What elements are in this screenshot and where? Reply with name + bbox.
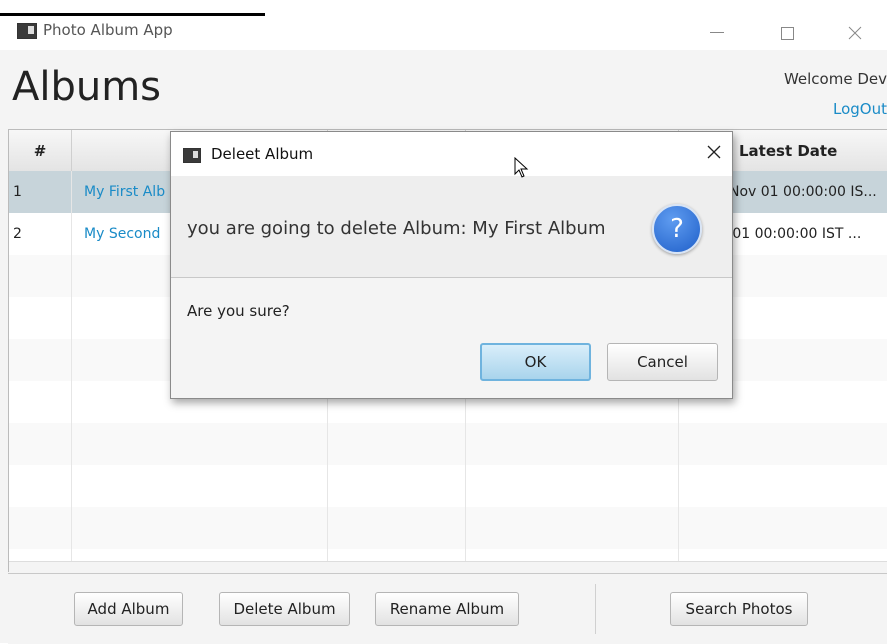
cropped-top-edge xyxy=(0,0,300,16)
delete-album-dialog: Deleet Album you are going to delete Alb… xyxy=(170,131,733,399)
close-icon xyxy=(848,26,862,40)
bottom-toolbar: Add Album Delete Album Rename Album Sear… xyxy=(8,573,887,644)
cancel-button[interactable]: Cancel xyxy=(607,343,718,381)
toolbar-separator xyxy=(595,584,596,634)
dialog-header: you are going to delete Album: My First … xyxy=(171,176,732,278)
maximize-icon xyxy=(780,26,794,40)
window-titlebar: Photo Album App xyxy=(0,16,887,50)
dialog-content-text: Are you sure? xyxy=(187,302,290,320)
page-title: Albums xyxy=(12,64,162,110)
dialog-title: Deleet Album xyxy=(211,145,314,163)
dialog-close-button[interactable] xyxy=(706,141,722,166)
logout-link[interactable]: LogOut xyxy=(833,100,887,118)
dialog-header-text: you are going to delete Album: My First … xyxy=(187,218,606,239)
search-photos-button[interactable]: Search Photos xyxy=(670,592,808,626)
minimize-button[interactable] xyxy=(694,16,740,50)
maximize-button[interactable] xyxy=(764,16,810,50)
app-icon xyxy=(17,23,37,39)
delete-album-button[interactable]: Delete Album xyxy=(219,592,350,626)
empty-row xyxy=(9,423,887,465)
ok-button[interactable]: OK xyxy=(480,343,591,381)
close-button[interactable] xyxy=(832,16,878,50)
dialog-titlebar: Deleet Album xyxy=(171,132,732,176)
close-icon xyxy=(707,145,721,159)
column-divider xyxy=(71,171,72,571)
row-number: 1 xyxy=(13,184,22,200)
horizontal-scrollbar[interactable] xyxy=(9,561,887,572)
empty-row xyxy=(9,507,887,549)
minimize-icon xyxy=(710,32,724,33)
add-album-button[interactable]: Add Album xyxy=(74,592,183,626)
column-header-number[interactable]: # xyxy=(9,130,72,171)
welcome-label: Welcome Dev xyxy=(783,70,887,88)
dialog-app-icon xyxy=(183,148,201,163)
rename-album-button[interactable]: Rename Album xyxy=(375,592,519,626)
window-title: Photo Album App xyxy=(43,21,173,39)
empty-row xyxy=(9,465,887,507)
row-number: 2 xyxy=(13,226,22,242)
question-icon: ? xyxy=(652,204,702,254)
mouse-cursor-icon xyxy=(514,157,529,178)
